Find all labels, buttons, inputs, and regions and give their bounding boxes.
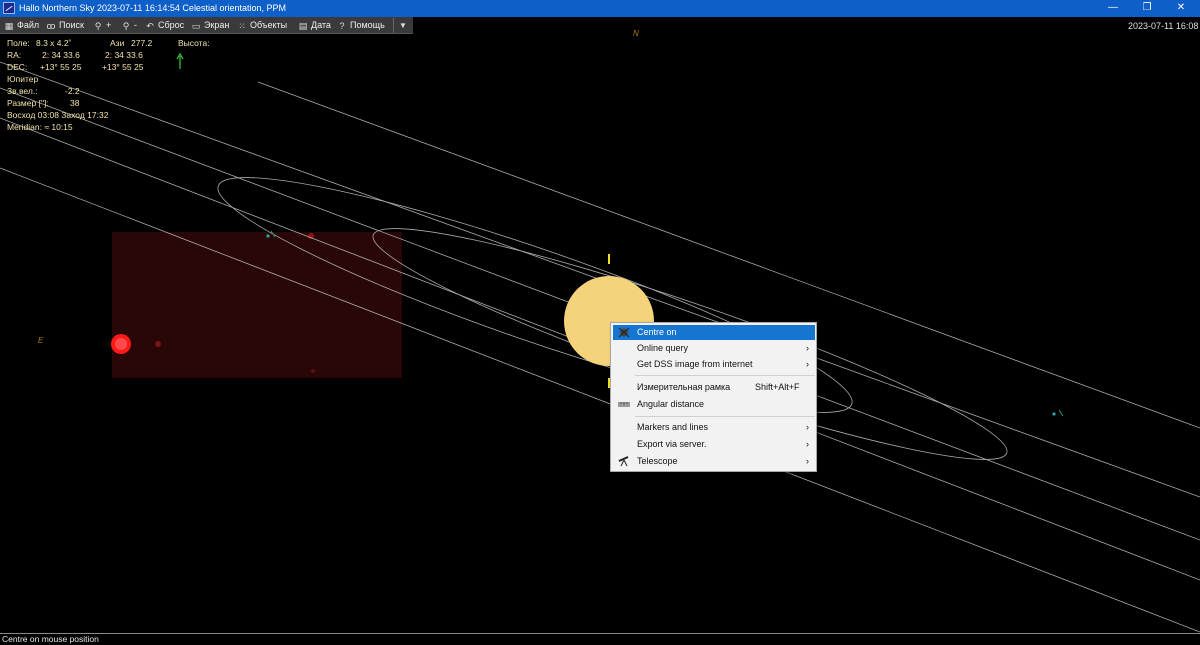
menu-help[interactable]: ? Помощь: [337, 18, 384, 33]
magnitude-value: -2.2: [65, 86, 80, 96]
menu-item-get-dss[interactable]: Get DSS image from internet ›: [613, 357, 815, 372]
app-logo-icon: [3, 2, 15, 14]
faint-star: [311, 369, 315, 373]
menu-screen[interactable]: ▭ Экран: [191, 18, 230, 33]
menu-item-angular-distance[interactable]: Angular distance: [613, 397, 815, 412]
planet-marker-top: [608, 254, 610, 264]
file-icon: ▦: [4, 21, 14, 31]
bright-star-glow: [115, 338, 127, 350]
menu-separator: [635, 416, 815, 417]
azimuth-label: Ази: [110, 38, 125, 48]
orbit-line: [0, 167, 1200, 633]
clock-datetime: 2023-07-11 16:08: [1128, 21, 1199, 31]
calendar-icon: ▤: [298, 21, 308, 31]
menu-item-telescope[interactable]: Telescope ›: [613, 454, 815, 469]
menu-search[interactable]: ꝏ Поиск: [46, 18, 84, 33]
menu-reset[interactable]: ↶ Сброс: [145, 18, 184, 33]
status-bar: Centre on mouse position: [0, 633, 1200, 645]
menu-objects[interactable]: ⁙ Объекты: [237, 18, 287, 33]
submenu-arrow-icon: ›: [806, 343, 809, 353]
menu-item-centre-on[interactable]: Centre on: [613, 325, 815, 340]
menu-zoom-in[interactable]: ⚲ +: [93, 18, 112, 33]
ra-label: RA:: [7, 50, 22, 60]
window-title: Hallo Northern Sky 2023-07-11 16:14:54 C…: [19, 3, 286, 13]
monitor-icon: ▭: [191, 21, 201, 31]
submenu-arrow-icon: ›: [806, 422, 809, 432]
altitude-label: Высота:: [178, 38, 210, 48]
menu-item-label: Get DSS image from internet: [637, 359, 753, 369]
object-name: Юпитер: [7, 74, 39, 84]
menu-item-label: Markers and lines: [637, 422, 709, 432]
zoom-in-icon: ⚲: [94, 21, 102, 31]
context-menu: Centre on Online query › Get DSS image f…: [610, 322, 817, 472]
ra-value: 2: 34 33.6: [42, 50, 80, 60]
maximize-button[interactable]: ❐: [1130, 0, 1164, 17]
toolbar-overflow-chevron-icon[interactable]: ▼: [393, 18, 412, 33]
menu-zoom-out[interactable]: ⚲ -: [121, 18, 137, 33]
dec-label: DEC:: [7, 62, 28, 72]
undo-icon: ↶: [146, 21, 154, 31]
moon-marker: [1052, 412, 1056, 416]
faint-star: [155, 341, 161, 347]
crosshair-icon: [618, 327, 630, 338]
menu-separator: [635, 375, 815, 376]
binoculars-icon: ꝏ: [46, 21, 56, 31]
azimuth-value: 277.2: [131, 38, 153, 48]
telescope-icon: [618, 456, 629, 467]
close-button[interactable]: ✕: [1164, 0, 1198, 17]
menu-file[interactable]: ▦ Файл: [4, 18, 39, 33]
submenu-arrow-icon: ›: [806, 456, 809, 466]
objects-icon: ⁙: [238, 21, 246, 31]
compass-north: N: [633, 29, 639, 38]
field-value: 8.3 x 4.2˚: [36, 38, 72, 48]
ruler-icon: [618, 402, 630, 407]
moon-label-mark: [1058, 409, 1064, 417]
menu-bar: ▦ Файл ꝏ Поиск ⚲ + ⚲ - ↶ Сброс ▭ Экран ⁙ Объект…: [0, 17, 413, 34]
dec-value: +13° 55 25: [40, 62, 82, 72]
menu-item-label: Telescope: [637, 456, 678, 466]
compass-east: E: [38, 336, 44, 345]
meridian-time: Meridian: ≈ 10:15: [7, 122, 73, 132]
field-label: Поле:: [7, 38, 30, 48]
menu-item-export-server[interactable]: Export via server. ›: [613, 437, 815, 452]
menu-item-measure-frame[interactable]: Измерительная рамка Shift+Alt+F: [613, 380, 815, 395]
sky-chart[interactable]: [0, 0, 1200, 645]
size-value: 38: [70, 98, 80, 108]
submenu-arrow-icon: ›: [806, 439, 809, 449]
zoom-out-icon: ⚲: [122, 21, 130, 31]
size-label: Размер ["]:: [7, 98, 49, 108]
moon-marker: [266, 234, 270, 238]
menu-item-shortcut: Shift+Alt+F: [755, 382, 800, 392]
dss-image-texture: [112, 232, 402, 378]
menu-item-online-query[interactable]: Online query ›: [613, 341, 815, 356]
menu-item-label: Online query: [637, 343, 689, 353]
menu-item-label: Centre on: [637, 327, 677, 337]
menu-date[interactable]: ▤ Дата: [298, 18, 331, 33]
menu-item-label: Export via server.: [637, 439, 707, 449]
magnitude-label: Зв.вел.:: [7, 86, 38, 96]
rise-set-times: Восход 03:08 Заход 17:32: [7, 110, 109, 120]
help-icon: ?: [339, 21, 345, 31]
ra-value-alt: 2: 34 33.6: [105, 50, 143, 60]
menu-item-markers-lines[interactable]: Markers and lines ›: [613, 420, 815, 435]
menu-item-label: Angular distance: [637, 399, 705, 409]
title-bar: Hallo Northern Sky 2023-07-11 16:14:54 C…: [0, 0, 1200, 17]
menu-item-label: Измерительная рамка: [637, 382, 731, 392]
minimize-button[interactable]: —: [1096, 0, 1130, 17]
dec-value-alt: +13° 55 25: [102, 62, 144, 72]
submenu-arrow-icon: ›: [806, 359, 809, 369]
